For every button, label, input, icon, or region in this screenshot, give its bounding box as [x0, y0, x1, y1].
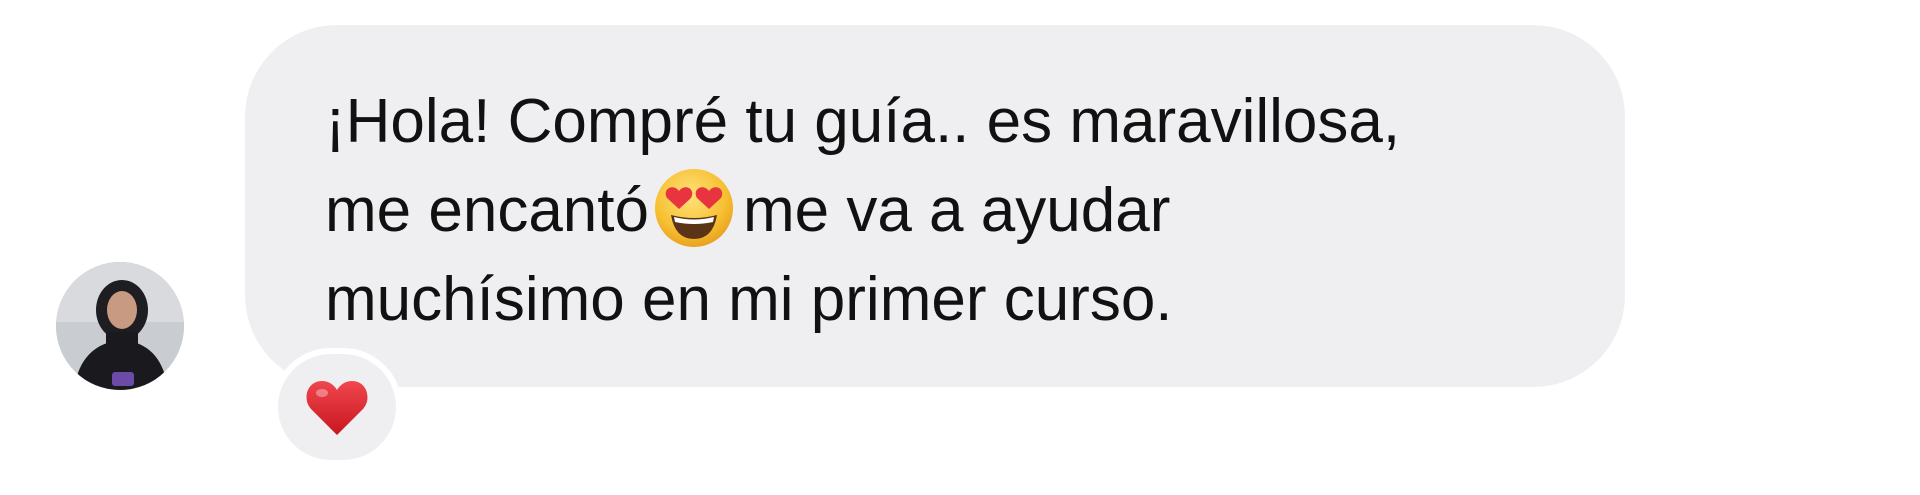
- message-text: ¡Hola! Compré tu guía.. es maravillosa, …: [325, 77, 1585, 344]
- message-bubble[interactable]: ¡Hola! Compré tu guía.. es maravillosa, …: [245, 25, 1625, 387]
- message-line-1: ¡Hola! Compré tu guía.. es maravillosa,: [325, 87, 1401, 156]
- reaction-badge[interactable]: [272, 348, 402, 466]
- heart-eyes-emoji-icon: [653, 167, 735, 249]
- message-line-2-end: me va a ayudar: [743, 176, 1171, 245]
- message-line-3: muchísimo en mi primer curso.: [325, 265, 1173, 334]
- avatar-photo: [56, 262, 184, 390]
- message-line-2-start: me encantó: [325, 176, 649, 245]
- chat-screen: ¡Hola! Compré tu guía.. es maravillosa, …: [0, 0, 1920, 495]
- red-heart-icon: [304, 377, 370, 437]
- avatar[interactable]: [56, 262, 184, 390]
- message-line-2: me encantó me va a ayudar: [325, 166, 1585, 255]
